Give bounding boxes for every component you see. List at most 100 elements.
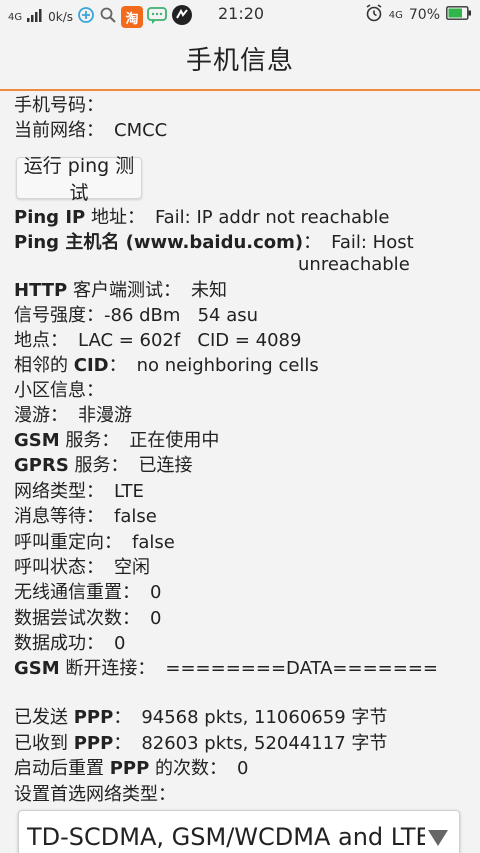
network-value: CMCC xyxy=(114,120,168,141)
taobao-icon: 淘 xyxy=(121,6,144,28)
neighbor-label-suffix: ： xyxy=(108,355,127,376)
ppp-reset-label-suffix: 的次数： xyxy=(149,758,228,779)
radio-reset-value: 0 xyxy=(150,582,162,603)
data-success-row: 数据成功： 0 xyxy=(14,633,466,655)
radio-reset-label: 无线通信重置： xyxy=(14,582,140,603)
ping-host-value-line1: Fail: Host xyxy=(331,232,414,253)
gprs-label-bold: GPRS xyxy=(14,455,69,476)
title-bar: 手机信息 xyxy=(0,28,480,91)
gsm-service-row: GSM 服务： 正在使用中 xyxy=(14,430,466,452)
ppp-recv-label: 已收到 xyxy=(14,733,74,754)
ping-host-value-line2: unreachable xyxy=(298,254,410,275)
data-attempts-label: 数据尝试次数： xyxy=(14,608,140,629)
signal-row: 信号强度：-86 dBm 54 asu xyxy=(14,305,466,327)
gsm-disconnect-label-bold: GSM xyxy=(14,658,60,679)
ping-host-row: Ping 主机名 (www.baidu.com)： Fail: Host xyxy=(14,232,466,254)
preferred-network-dropdown[interactable]: TD-SCDMA, GSM/WCDMA and LTE xyxy=(18,810,460,853)
ppp-recv-row: 已收到 PPP： 82603 pkts, 52044117 字节 xyxy=(14,733,466,755)
network-speed: 0k/s xyxy=(48,10,74,24)
location-label: 地点： xyxy=(14,330,68,351)
ping-host-label-bold: Ping 主机名 (www.baidu.com) xyxy=(14,232,304,253)
http-label: 客户端测试： xyxy=(67,280,181,301)
msg-wait-row: 消息等待： false xyxy=(14,506,466,528)
net-type-label: 网络类型： xyxy=(14,481,104,502)
signal-value: -86 dBm 54 asu xyxy=(104,305,259,326)
page-title: 手机信息 xyxy=(185,46,294,76)
signal-label: 信号强度： xyxy=(14,305,104,326)
ppp-reset-label-bold: PPP xyxy=(109,758,150,779)
data-attempts-value: 0 xyxy=(150,608,162,629)
call-state-value: 空闲 xyxy=(114,557,150,578)
cell-info-row: 小区信息： xyxy=(14,380,466,402)
ppp-sent-label-suffix: ： xyxy=(113,707,132,728)
call-redirect-row: 呼叫重定向： false xyxy=(14,532,466,554)
ppp-sent-label: 已发送 xyxy=(14,707,74,728)
ping-host-value-line2-row: unreachable xyxy=(298,254,468,276)
gsm-disconnect-row: GSM 断开连接： ========DATA======= xyxy=(14,658,466,680)
pref-net-label: 设置首选网络类型： xyxy=(14,784,176,805)
net-type-value: LTE xyxy=(114,481,144,502)
location-row: 地点： LAC = 602f CID = 4089 xyxy=(14,330,466,352)
msg-wait-value: false xyxy=(114,506,157,527)
neighbor-label: 相邻的 xyxy=(14,355,74,376)
run-ping-button[interactable]: 运行 ping 测试 xyxy=(16,155,142,204)
gsm-disconnect-value: ========DATA======= xyxy=(165,658,438,679)
chat-icon xyxy=(147,6,167,28)
ppp-sent-row: 已发送 PPP： 94568 pkts, 11060659 字节 xyxy=(14,707,466,729)
signal-icon xyxy=(26,7,44,27)
neighbor-value: no neighboring cells xyxy=(136,355,319,376)
ping-ip-value: Fail: IP addr not reachable xyxy=(154,207,390,228)
status-time: 21:20 xyxy=(218,4,265,23)
net-type-row: 网络类型： LTE xyxy=(14,481,466,503)
data-attempts-row: 数据尝试次数： 0 xyxy=(14,608,466,630)
network-label: 当前网络： xyxy=(14,120,104,141)
ppp-sent-label-bold: PPP xyxy=(73,707,114,728)
gprs-label: 服务： xyxy=(68,455,129,476)
roaming-label: 漫游： xyxy=(14,405,68,426)
gprs-row: GPRS 服务： 已连接 xyxy=(14,455,466,477)
call-state-row: 呼叫状态： 空闲 xyxy=(14,557,466,579)
download-icon xyxy=(77,6,95,28)
preferred-network-selected: TD-SCDMA, GSM/WCDMA and LTE xyxy=(27,823,425,851)
network-type-label: 4G xyxy=(8,11,23,23)
ppp-recv-value: 82603 pkts, 52044117 字节 xyxy=(141,733,388,754)
neighbor-label-bold: CID xyxy=(73,355,109,376)
ppp-recv-label-bold: PPP xyxy=(73,733,114,754)
network-row: 当前网络： CMCC xyxy=(14,120,466,142)
call-redirect-label: 呼叫重定向： xyxy=(14,532,122,553)
phone-info-content[interactable]: 手机号码： 当前网络： CMCC 运行 ping 测试 Ping IP 地址： Fa… xyxy=(0,91,480,853)
phone-number-row: 手机号码： xyxy=(14,95,466,117)
msg-wait-label: 消息等待： xyxy=(14,506,104,527)
ppp-reset-row: 启动后重置 PPP 的次数： 0 xyxy=(14,758,466,780)
ping-ip-label-bold: Ping IP xyxy=(14,207,86,228)
pref-net-row: 设置首选网络类型： xyxy=(14,784,466,806)
call-state-label: 呼叫状态： xyxy=(14,557,104,578)
ppp-reset-label: 启动后重置 xyxy=(14,758,110,779)
sports-app-icon xyxy=(171,4,193,30)
gprs-value: 已连接 xyxy=(138,455,193,476)
gsm-disconnect-label: 断开连接： xyxy=(59,658,156,679)
network-4g-label: 4G xyxy=(388,9,403,21)
call-redirect-value: false xyxy=(132,532,175,553)
ping-ip-row: Ping IP 地址： Fail: IP addr not reachable xyxy=(14,207,466,229)
http-value: 未知 xyxy=(190,280,227,301)
ping-host-label: ： xyxy=(303,232,322,253)
alarm-icon xyxy=(365,4,383,26)
cell-info-label: 小区信息： xyxy=(14,380,104,401)
status-left: 4G 0k/s 淘 xyxy=(8,4,193,30)
search-icon xyxy=(99,6,117,28)
dropdown-arrow-icon xyxy=(427,825,449,853)
ppp-reset-value: 0 xyxy=(237,758,249,779)
phone-number-label: 手机号码： xyxy=(14,95,104,116)
http-row: HTTP 客户端测试： 未知 xyxy=(14,280,466,302)
http-label-bold: HTTP xyxy=(14,280,68,301)
neighbor-row: 相邻的 CID： no neighboring cells xyxy=(14,355,466,377)
gsm-service-value: 正在使用中 xyxy=(129,430,220,451)
ping-ip-label: 地址： xyxy=(85,207,145,228)
gsm-service-label: 服务： xyxy=(59,430,120,451)
status-right: 4G 70% xyxy=(365,4,472,26)
radio-reset-row: 无线通信重置： 0 xyxy=(14,582,466,604)
ppp-sent-value: 94568 pkts, 11060659 字节 xyxy=(141,707,388,728)
status-bar: 4G 0k/s 淘 21:20 4G 70% xyxy=(0,0,480,28)
data-success-value: 0 xyxy=(114,633,126,654)
